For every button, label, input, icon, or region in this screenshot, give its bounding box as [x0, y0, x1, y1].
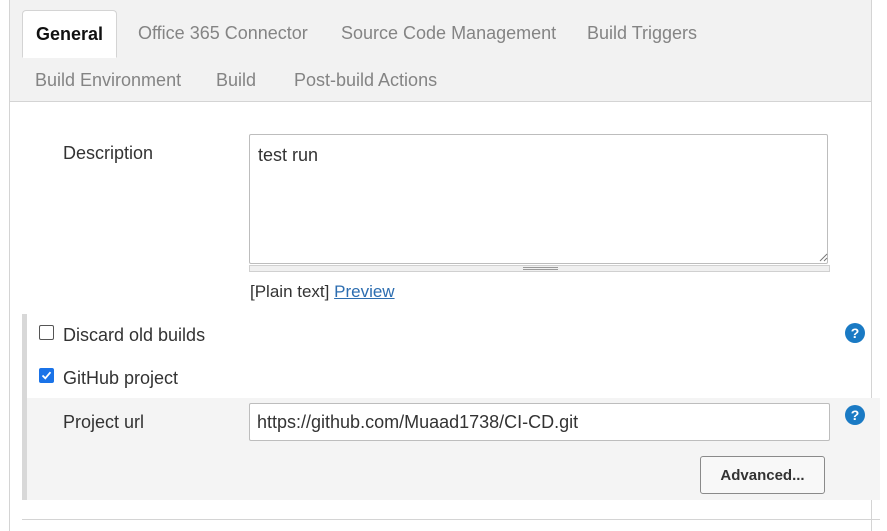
tab-office-365-connector[interactable]: Office 365 Connector: [125, 10, 321, 56]
description-label: Description: [63, 143, 154, 163]
advanced-button[interactable]: Advanced...: [700, 456, 825, 494]
textarea-drag-handle[interactable]: [249, 265, 830, 272]
discard-old-builds-label[interactable]: Discard old builds: [63, 325, 205, 346]
tab-build[interactable]: Build: [203, 57, 269, 103]
description-textarea[interactable]: test run: [249, 134, 828, 264]
preview-link[interactable]: Preview: [334, 282, 394, 301]
help-icon[interactable]: ?: [845, 405, 865, 425]
markup-format-label: [Plain text]: [250, 282, 330, 301]
section-divider: [22, 519, 880, 520]
resize-grip-icon[interactable]: [818, 252, 828, 262]
project-url-label: Project url: [63, 412, 145, 432]
tab-bar: General Office 365 Connector Source Code…: [10, 0, 871, 102]
drag-grip-icon: [523, 267, 558, 270]
github-project-checkbox[interactable]: [39, 368, 54, 383]
github-project-label[interactable]: GitHub project: [63, 368, 178, 389]
tab-source-code-management[interactable]: Source Code Management: [328, 10, 569, 56]
tab-post-build-actions[interactable]: Post-build Actions: [281, 57, 450, 103]
tab-build-environment[interactable]: Build Environment: [22, 57, 194, 103]
discard-old-builds-checkbox[interactable]: [39, 325, 54, 340]
tab-build-triggers[interactable]: Build Triggers: [574, 10, 710, 56]
help-icon[interactable]: ?: [845, 323, 865, 343]
project-url-input[interactable]: [249, 403, 830, 441]
tab-general[interactable]: General: [22, 10, 118, 58]
markup-format-line: [Plain text] Preview: [250, 282, 395, 302]
checkmark-icon: [41, 371, 52, 380]
